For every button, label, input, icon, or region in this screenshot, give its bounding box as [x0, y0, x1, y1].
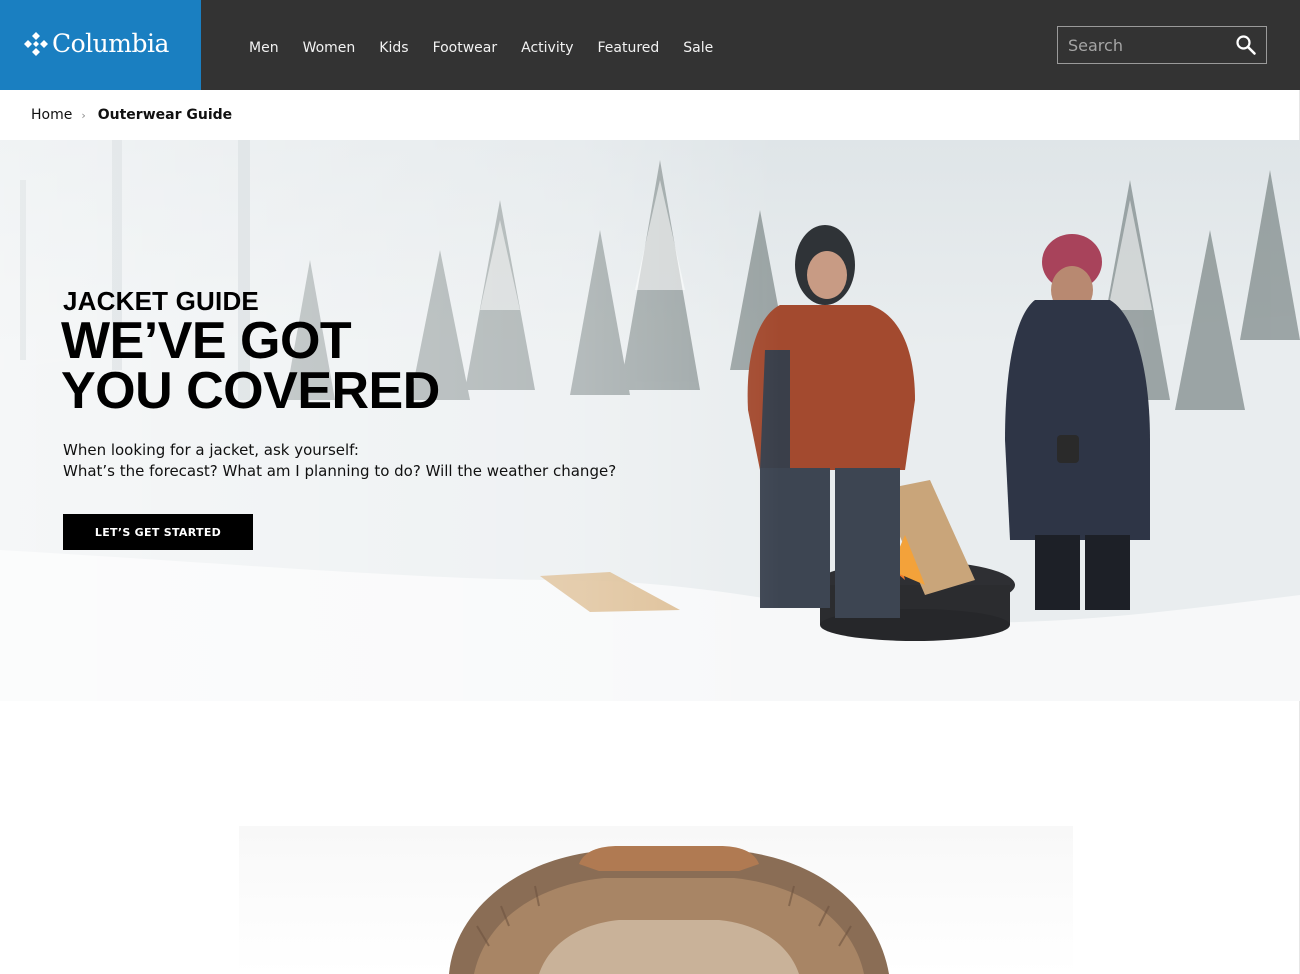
columbia-logo[interactable]: Columbia [0, 0, 201, 90]
product-image [449, 846, 889, 974]
search-icon[interactable] [1234, 33, 1258, 57]
breadcrumb-home-link[interactable]: Home [31, 107, 72, 123]
get-started-button[interactable]: LET’S GET STARTED [63, 514, 253, 550]
hero-banner: JACKET GUIDE WE’VE GOT YOU COVERED When … [0, 140, 1300, 701]
hero-description: When looking for a jacket, ask yourself:… [63, 440, 616, 482]
hero-image [0, 140, 1300, 701]
product-teaser [239, 826, 1073, 974]
site-header: Columbia Men Women Kids Footwear Activit… [0, 0, 1300, 90]
nav-item-footwear[interactable]: Footwear [421, 40, 510, 56]
nav-item-women[interactable]: Women [291, 40, 368, 56]
nav-item-featured[interactable]: Featured [586, 40, 672, 56]
search-input[interactable] [1058, 27, 1228, 63]
search-box [1057, 26, 1267, 64]
hero-copy-line2: What’s the forecast? What am I planning … [63, 462, 617, 480]
hero-title: WE’VE GOT YOU COVERED [61, 315, 581, 417]
diamond-logo-icon [24, 32, 48, 56]
breadcrumb-current: Outerwear Guide [97, 107, 233, 123]
nav-item-kids[interactable]: Kids [367, 40, 420, 56]
hero-copy-line1: When looking for a jacket, ask yourself: [63, 441, 359, 459]
main-nav: Men Women Kids Footwear Activity Feature… [237, 0, 725, 90]
nav-item-sale[interactable]: Sale [671, 40, 725, 56]
breadcrumb: Home › Outerwear Guide [31, 105, 232, 125]
hero-title-line2: YOU COVERED [61, 362, 440, 420]
chevron-right-icon: › [81, 108, 86, 122]
nav-item-men[interactable]: Men [237, 40, 291, 56]
brand-name: Columbia [52, 29, 169, 58]
nav-item-activity[interactable]: Activity [509, 40, 585, 56]
